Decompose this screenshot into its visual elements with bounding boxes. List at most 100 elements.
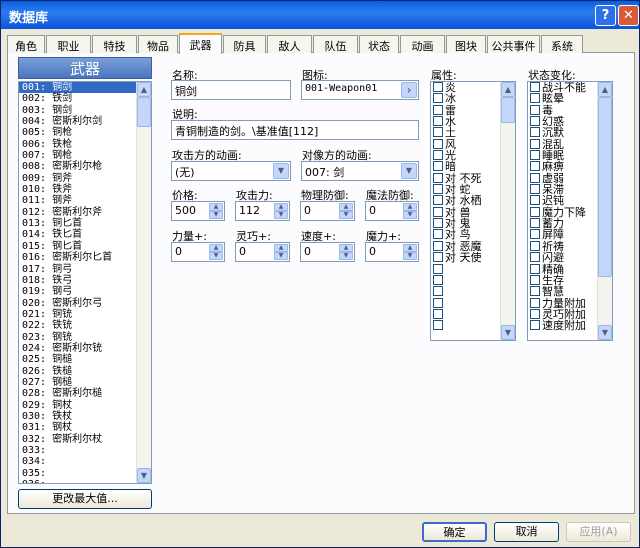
checkbox[interactable]	[433, 82, 443, 92]
list-item[interactable]: 028: 密斯利尔槌	[19, 388, 151, 399]
list-item[interactable]: 004: 密斯利尔剑	[19, 116, 151, 127]
ok-button[interactable]: 确定	[422, 522, 487, 542]
states-scrollbar[interactable]: ▲ ▼	[597, 82, 612, 340]
tab-8[interactable]: 状态	[359, 35, 399, 53]
checkbox[interactable]	[530, 206, 540, 217]
checkbox[interactable]	[530, 195, 540, 206]
checkbox[interactable]	[530, 116, 540, 127]
magic-defense-spinner[interactable]: 0 ▲ ▼	[365, 201, 419, 221]
list-item[interactable]: 026: 铁槌	[19, 366, 151, 377]
scroll-up-arrow-icon[interactable]: ▲	[598, 82, 612, 97]
target-animation-select[interactable]: 007: 剑 ▼	[301, 161, 419, 181]
checkbox[interactable]	[433, 218, 443, 229]
weapon-list[interactable]: 001: 铜剑 002: 铁剑 003: 钢剑 004: 密斯利尔剑 005: 铜枪 00…	[18, 81, 152, 484]
spin-up-icon[interactable]: ▲	[274, 244, 288, 252]
scroll-thumb[interactable]	[501, 97, 515, 123]
checkbox[interactable]	[433, 184, 443, 195]
list-item[interactable]: 033:	[19, 445, 151, 456]
spin-up-icon[interactable]: ▲	[209, 203, 223, 211]
list-item[interactable]: 007: 钢枪	[19, 150, 151, 161]
checkbox[interactable]	[433, 263, 443, 274]
tab-5[interactable]: 防具	[223, 35, 266, 53]
checkbox[interactable]	[433, 286, 443, 297]
checkbox[interactable]	[530, 82, 540, 92]
spin-down-icon[interactable]: ▼	[339, 211, 353, 219]
checkbox[interactable]	[433, 297, 443, 308]
list-item[interactable]: 029: 铜杖	[19, 400, 151, 411]
tab-10[interactable]: 图块	[446, 35, 486, 53]
tab-3[interactable]: 物品	[138, 35, 178, 53]
checkbox[interactable]	[530, 184, 540, 195]
description-input[interactable]: 青铜制造的剑。\基准值[112]	[171, 120, 419, 140]
list-item[interactable]: 020: 密斯利尔弓	[19, 298, 151, 309]
list-item[interactable]: 024: 密斯利尔铳	[19, 343, 151, 354]
checkbox[interactable]	[530, 229, 540, 240]
apply-button[interactable]: 应用(A)	[566, 522, 631, 542]
scroll-down-arrow-icon[interactable]: ▼	[137, 468, 151, 483]
list-item[interactable]: 032: 密斯利尔杖	[19, 434, 151, 445]
checkbox[interactable]	[433, 229, 443, 240]
checkbox[interactable]	[433, 116, 443, 127]
list-item[interactable]: 011: 钢斧	[19, 195, 151, 206]
list-item[interactable]: 017: 铜弓	[19, 264, 151, 275]
attributes-checklist[interactable]: 炎冰雷水土风光暗对 不死对 蛇对 水栖对 兽对 鬼对 鸟对 恶魔对 天使 ▲ ▼	[430, 81, 516, 341]
checkbox[interactable]	[433, 308, 443, 319]
icon-field[interactable]: 001-Weapon01 ›	[301, 80, 419, 100]
price-spinner[interactable]: 500 ▲ ▼	[171, 201, 225, 221]
checkbox[interactable]	[530, 93, 540, 104]
list-item[interactable]: 022: 铁铳	[19, 320, 151, 331]
checkbox[interactable]	[433, 150, 443, 161]
list-scrollbar[interactable]: ▲ ▼	[136, 82, 151, 483]
list-item[interactable]: 013: 铜匕首	[19, 218, 151, 229]
list-item[interactable]: 034:	[19, 456, 151, 467]
spin-down-icon[interactable]: ▼	[403, 252, 417, 260]
strength-spinner[interactable]: 0 ▲ ▼	[171, 242, 225, 262]
spin-up-icon[interactable]: ▲	[339, 203, 353, 211]
close-button[interactable]: ✕	[618, 5, 639, 26]
checkbox[interactable]	[530, 127, 540, 138]
checkbox[interactable]	[433, 172, 443, 183]
attacker-animation-select[interactable]: (无) ▼	[171, 161, 291, 181]
checkbox[interactable]	[530, 150, 540, 161]
checkbox[interactable]	[530, 161, 540, 172]
tab-2[interactable]: 特技	[92, 35, 137, 53]
spin-up-icon[interactable]: ▲	[274, 203, 288, 211]
list-item[interactable]: 025: 铜槌	[19, 354, 151, 365]
spin-down-icon[interactable]: ▼	[274, 211, 288, 219]
tab-4[interactable]: 武器	[179, 33, 222, 54]
scroll-up-arrow-icon[interactable]: ▲	[137, 82, 151, 97]
checkbox[interactable]	[530, 104, 540, 115]
checkbox[interactable]	[530, 320, 540, 331]
checkbox[interactable]	[433, 320, 443, 331]
checkbox[interactable]	[530, 240, 540, 251]
list-item[interactable]: 019: 钢弓	[19, 286, 151, 297]
list-item[interactable]: 018: 铁弓	[19, 275, 151, 286]
tab-12[interactable]: 系统	[541, 35, 583, 53]
list-item[interactable]: 035:	[19, 468, 151, 479]
list-item[interactable]: 012: 密斯利尔斧	[19, 207, 151, 218]
checkbox[interactable]	[433, 127, 443, 138]
list-item[interactable]: 036:	[19, 479, 151, 483]
scroll-down-arrow-icon[interactable]: ▼	[598, 325, 612, 340]
checkbox[interactable]	[433, 274, 443, 285]
states-checklist[interactable]: 战斗不能 眩晕毒幻惑 沉默 混乱 睡眠 麻痹 虚弱 呆滞 迟钝 魔力下降 蓄力 屏障 祈祷 闪避 精确 生存智…	[527, 81, 613, 341]
spin-down-icon[interactable]: ▼	[209, 211, 223, 219]
list-item[interactable]: 002: 铁剑	[19, 93, 151, 104]
list-item[interactable]: 009: 铜斧	[19, 173, 151, 184]
checkbox[interactable]	[530, 263, 540, 274]
spin-down-icon[interactable]: ▼	[274, 252, 288, 260]
list-item[interactable]: 005: 铜枪	[19, 127, 151, 138]
list-item[interactable]: 006: 铁枪	[19, 139, 151, 150]
checkbox[interactable]	[433, 240, 443, 251]
name-input[interactable]: 铜剑	[171, 80, 291, 100]
tab-1[interactable]: 职业	[46, 35, 91, 53]
list-item[interactable]: 030: 铁杖	[19, 411, 151, 422]
chevron-down-icon[interactable]: ▼	[273, 163, 289, 179]
help-button[interactable]: ?	[595, 5, 616, 26]
list-item[interactable]: 021: 铜铳	[19, 309, 151, 320]
checkbox[interactable]	[433, 206, 443, 217]
checkbox[interactable]	[433, 195, 443, 206]
spin-up-icon[interactable]: ▲	[339, 244, 353, 252]
scroll-down-arrow-icon[interactable]: ▼	[501, 325, 515, 340]
attributes-scrollbar[interactable]: ▲ ▼	[500, 82, 515, 340]
